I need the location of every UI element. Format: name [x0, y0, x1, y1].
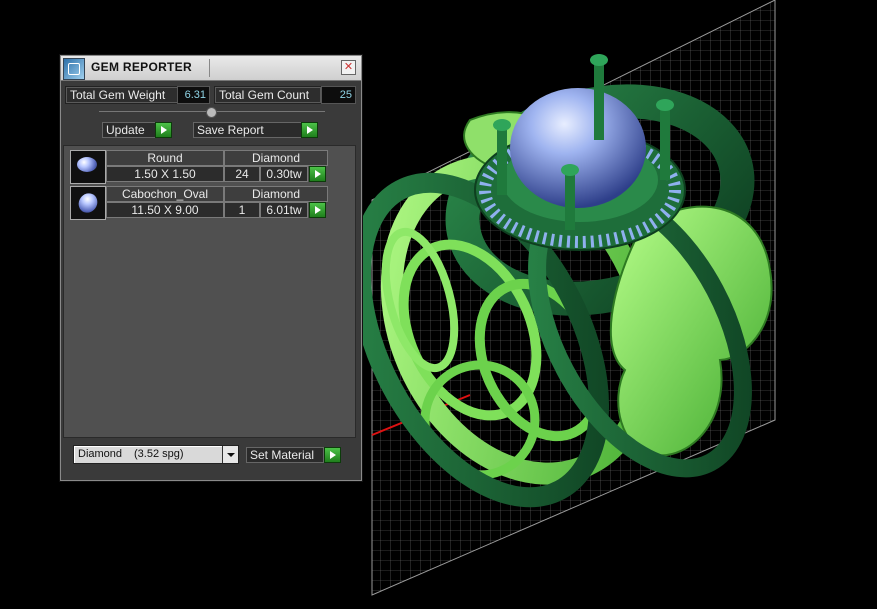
- material-dropdown[interactable]: Diamond (3.52 spg): [73, 445, 239, 464]
- oval-gem-icon: [70, 186, 106, 220]
- update-go-icon[interactable]: [155, 122, 172, 138]
- set-material-go-icon[interactable]: [324, 447, 341, 463]
- gem-cut: Cabochon_Oval: [106, 186, 224, 202]
- gem-list: Round Diamond 1.50 X 1.50 24 0.30tw Cabo…: [63, 145, 356, 438]
- title-bar[interactable]: GEM REPORTER ✕: [61, 56, 361, 81]
- chevron-down-icon[interactable]: [222, 446, 238, 463]
- list-item[interactable]: Round Diamond 1.50 X 1.50 24 0.30tw: [70, 150, 328, 184]
- gem-row-go-icon[interactable]: [309, 166, 326, 182]
- close-button[interactable]: ✕: [341, 60, 356, 75]
- material-spg: (3.52 spg): [134, 448, 184, 460]
- total-gem-weight-value: 6.31: [177, 86, 210, 104]
- gem-cut: Round: [106, 150, 224, 166]
- list-item[interactable]: Cabochon_Oval Diamond 11.50 X 9.00 1 6.0…: [70, 186, 328, 220]
- gem-count: 24: [224, 166, 260, 182]
- gem-size: 11.50 X 9.00: [106, 202, 224, 218]
- gem-weight: 6.01tw: [260, 202, 308, 218]
- update-button[interactable]: Update: [102, 122, 156, 138]
- material-name: Diamond: [78, 448, 123, 460]
- gem-row-go-icon[interactable]: [309, 202, 326, 218]
- gem-reporter-icon: [63, 58, 85, 80]
- title-divider: [209, 59, 210, 77]
- gem-reporter-panel: GEM REPORTER ✕ Total Gem Weight 6.31 Tot…: [60, 55, 362, 481]
- save-report-button[interactable]: Save Report: [193, 122, 302, 138]
- round-gem-icon: [70, 150, 106, 184]
- total-gem-count-label: Total Gem Count: [214, 86, 322, 104]
- gem-size: 1.50 X 1.50: [106, 166, 224, 182]
- set-material-button[interactable]: Set Material: [246, 447, 324, 463]
- total-gem-count-value: 25: [321, 86, 356, 104]
- resize-handle[interactable]: [206, 107, 217, 118]
- gem-weight: 0.30tw: [260, 166, 308, 182]
- cabochon-stone: [510, 88, 646, 208]
- total-gem-weight-label: Total Gem Weight: [65, 86, 179, 104]
- gem-material: Diamond: [224, 150, 328, 166]
- window-title: GEM REPORTER: [91, 60, 192, 74]
- save-report-go-icon[interactable]: [301, 122, 318, 138]
- gem-material: Diamond: [224, 186, 328, 202]
- gem-count: 1: [224, 202, 260, 218]
